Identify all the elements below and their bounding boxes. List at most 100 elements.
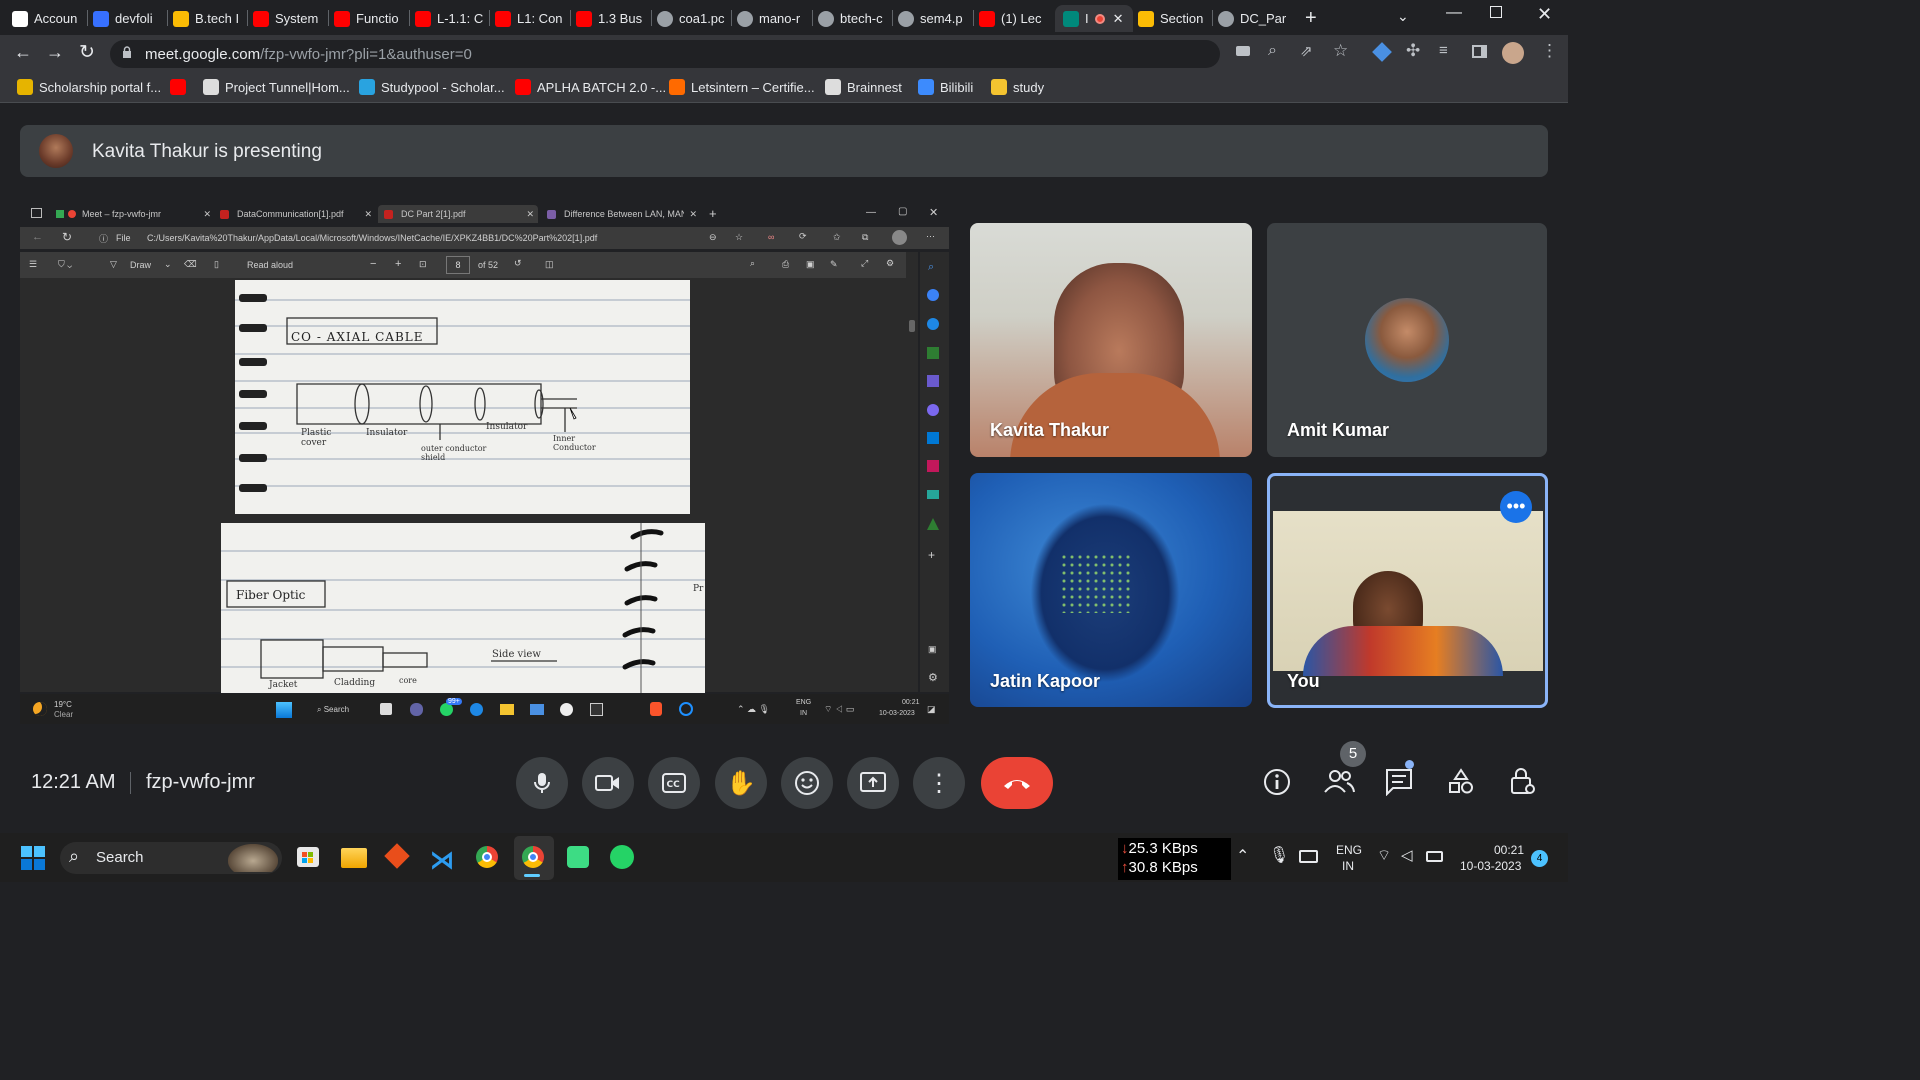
bookmark-label: Bilibili	[940, 79, 974, 95]
brainnest-bookmark[interactable]: Brainnest	[825, 79, 902, 95]
bilibili-bookmark[interactable]: Bilibili	[918, 79, 973, 95]
meeting-code: fzp-vwfo-jmr	[146, 771, 255, 793]
browser-tab[interactable]: System	[253, 5, 323, 32]
browser-tab[interactable]: sem4.p	[898, 5, 968, 32]
browser-tab[interactable]: DC_Par	[1218, 5, 1288, 32]
shared-window-icon	[31, 208, 42, 218]
study-folder-bookmark[interactable]: study	[991, 79, 1044, 95]
profile-avatar[interactable]	[1502, 42, 1524, 64]
browser-tab[interactable]: I ✕	[1055, 5, 1133, 32]
globe-icon	[818, 10, 834, 27]
reactions-button[interactable]	[781, 757, 833, 809]
browser-tab[interactable]: mano-r	[737, 5, 807, 32]
clock-date[interactable]: 10-03-2023	[1460, 859, 1521, 873]
raise-hand-button[interactable]: ✋	[715, 757, 767, 809]
camera-icon[interactable]	[1236, 46, 1250, 56]
clock-time[interactable]: 00:21	[1494, 843, 1524, 857]
mic-button[interactable]	[516, 757, 568, 809]
browser-tab[interactable]: B.tech I	[173, 5, 243, 32]
globe-icon	[898, 10, 914, 27]
microphone-tray-icon[interactable]: 🎙	[1269, 845, 1289, 865]
meeting-info-button[interactable]	[1263, 768, 1291, 801]
share-icon[interactable]: ⇗	[1300, 42, 1313, 60]
leave-call-button[interactable]	[981, 757, 1053, 809]
people-button[interactable]	[1323, 768, 1355, 799]
reload-icon[interactable]: ↻	[79, 41, 95, 64]
new-tab-icon[interactable]: +	[1305, 7, 1317, 30]
media-icon[interactable]: ≡	[1439, 42, 1448, 59]
studypool-bookmark[interactable]: Studypool - Scholar...	[359, 79, 505, 95]
edge-app-icon	[927, 347, 939, 359]
divider	[130, 772, 131, 794]
vscode-icon[interactable]: ⋊	[430, 846, 454, 875]
edge-app-icon	[927, 404, 939, 416]
browser-tab[interactable]: L-1.1: C	[415, 5, 485, 32]
present-button[interactable]	[847, 757, 899, 809]
browser-tab[interactable]: L1: Con	[495, 5, 565, 32]
keyboard-icon[interactable]	[1299, 850, 1318, 863]
shared-notif-icon: ◪	[927, 704, 936, 714]
tab-label: Functio	[356, 11, 399, 26]
present-icon	[860, 772, 886, 792]
tab-separator	[812, 10, 813, 26]
letsintern-bookmark[interactable]: Letsintern – Certifie...	[669, 79, 815, 95]
youtube-bookmark[interactable]	[170, 79, 192, 95]
pdf-zoom-in-icon: +	[395, 258, 402, 270]
bookmark-label: Brainnest	[847, 79, 902, 95]
browser-tab[interactable]: devfoli	[93, 5, 163, 32]
close-window-icon[interactable]: ✕	[1537, 4, 1552, 25]
bookmark-star-icon[interactable]: ☆	[1333, 41, 1348, 61]
browser-tab[interactable]: coa1.pc	[657, 5, 727, 32]
file-explorer-icon[interactable]	[341, 848, 367, 868]
android-studio-icon[interactable]	[567, 846, 589, 868]
lang-primary[interactable]: ENG	[1336, 843, 1362, 857]
maximize-icon[interactable]	[1490, 6, 1502, 18]
menu-icon[interactable]: ⋮	[1541, 41, 1558, 61]
browser-tab[interactable]: (1) Lec	[979, 5, 1049, 32]
alpha-batch-bookmark[interactable]: APLHA BATCH 2.0 -...	[515, 79, 666, 95]
browser-tab[interactable]: Section	[1138, 5, 1208, 32]
shared-profile-icon	[892, 230, 907, 245]
camera-button[interactable]	[582, 757, 634, 809]
tab-separator	[489, 10, 490, 26]
store-icon[interactable]	[297, 847, 319, 867]
notification-badge[interactable]: 4	[1531, 850, 1548, 867]
pdf-saveas-icon: ✎	[830, 259, 838, 269]
whatsapp-icon[interactable]	[610, 845, 634, 869]
tab-search-icon[interactable]: ⌄	[1397, 8, 1409, 25]
host-controls-button[interactable]	[1509, 766, 1537, 801]
shared-fav-icon: ☆	[735, 232, 744, 242]
chevron-up-icon[interactable]: ⌃	[1236, 846, 1249, 866]
tile-more-icon[interactable]: •••	[1500, 491, 1532, 523]
shared-min-icon: —	[866, 207, 876, 218]
chrome-icon[interactable]	[476, 846, 498, 868]
puzzle-icon[interactable]: ✣	[1406, 41, 1420, 61]
tab-separator	[247, 10, 248, 26]
start-icon[interactable]	[21, 846, 45, 870]
wifi-icon[interactable]: ⌔	[1377, 846, 1391, 865]
browser-tab[interactable]: 1.3 Bus	[576, 5, 646, 32]
zoom-icon[interactable]: ⌕	[1268, 42, 1277, 60]
side-panel-icon[interactable]	[1472, 45, 1487, 58]
project-tunnel-bookmark[interactable]: Project Tunnel|Hom...	[203, 79, 350, 95]
browser-tab[interactable]: Functio	[334, 5, 404, 32]
close-tab-icon[interactable]: ✕	[1113, 11, 1124, 27]
pdf-fullscreen-icon: ⤢	[861, 258, 869, 268]
battery-icon[interactable]	[1426, 851, 1443, 862]
notes-page-fiber: Fiber Optic Side view Jacket Cladding co…	[221, 523, 705, 693]
activities-button[interactable]	[1447, 768, 1475, 801]
browser-tab[interactable]: btech-c	[818, 5, 888, 32]
lock-icon[interactable]	[122, 46, 132, 58]
scholarship-bookmark[interactable]: Scholarship portal f...	[17, 79, 161, 95]
captions-button[interactable]: CC	[648, 757, 700, 809]
browser-tab[interactable]: Accoun	[12, 5, 82, 32]
chat-button[interactable]	[1385, 768, 1415, 801]
minimize-icon[interactable]: —	[1446, 4, 1462, 22]
lang-secondary[interactable]: IN	[1342, 859, 1354, 873]
back-icon[interactable]: ←	[14, 42, 32, 63]
end-call-icon	[1004, 780, 1030, 789]
volume-icon[interactable]: ◁	[1401, 846, 1413, 864]
url-text[interactable]: meet.google.com/fzp-vwfo-jmr?pli=1&authu…	[145, 46, 472, 63]
more-options-button[interactable]: ⋮	[913, 757, 965, 809]
forward-icon[interactable]: →	[46, 42, 64, 63]
